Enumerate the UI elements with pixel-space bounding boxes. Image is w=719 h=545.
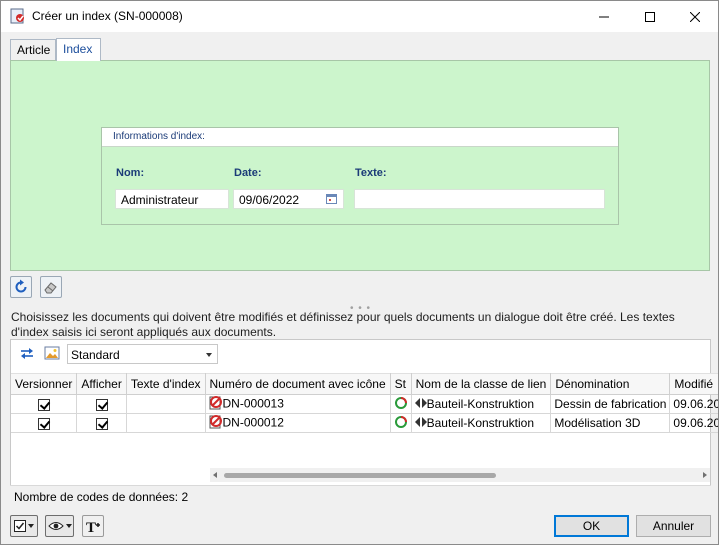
eraser-icon [44,282,57,294]
text-label: Texte: [355,167,387,179]
add-text-button[interactable]: T [82,515,104,537]
modified-cell: 09.06.2022 [669,413,718,433]
link-class-icon [414,397,427,411]
afficher-checkbox[interactable] [95,417,108,430]
tab-index[interactable]: Index [56,38,101,61]
maximize-icon [645,11,655,22]
minimize-button[interactable] [581,1,627,32]
status-bar: Nombre de codes de données: 2 [10,485,711,506]
date-label: Date: [234,167,262,179]
svg-text:T: T [86,520,96,534]
text-field[interactable] [354,189,605,209]
view-menu-button[interactable] [45,515,74,537]
cancel-button[interactable]: Annuler [636,515,711,537]
date-value: 09/06/2022 [239,193,300,207]
view-select-value: Standard [71,348,120,362]
tab-article[interactable]: Article [10,39,56,61]
document-table: Versionner Afficher Texte d'index Numéro… [11,373,718,433]
window-title: Créer un index (SN-000008) [32,9,183,23]
horizontal-scrollbar[interactable] [210,468,710,482]
index-text-cell[interactable] [126,413,206,433]
afficher-checkbox[interactable] [95,398,108,411]
name-field[interactable]: Administrateur [115,189,229,209]
close-button[interactable] [672,1,718,32]
maximize-button[interactable] [627,1,673,32]
refresh-button[interactable] [10,276,32,298]
close-icon [690,11,700,22]
index-text-cell[interactable] [126,394,206,414]
check-menu-button[interactable] [10,515,38,537]
refresh-icon [15,279,27,293]
date-field[interactable]: 09/06/2022 [233,189,344,209]
title-bar: Créer un index (SN-000008) [1,1,718,32]
image-view-icon[interactable] [44,345,60,364]
app-icon [10,8,26,24]
link-class-icon [414,416,427,430]
minimize-icon [599,16,609,17]
column-header[interactable]: Texte d'index [126,373,206,395]
column-header[interactable]: Nom de la classe de lien [411,373,552,395]
chevron-down-icon [65,524,72,528]
column-header[interactable]: Numéro de document avec icône [205,373,391,395]
denomination-cell: Dessin de fabrication [550,394,671,414]
table-row[interactable]: DN-000012 Bauteil-Konstruktion Modélisat… [11,413,718,433]
column-header[interactable]: Afficher [76,373,127,395]
versionner-checkbox[interactable] [37,417,50,430]
view-select[interactable]: Standard [67,344,218,364]
ok-button[interactable]: OK [554,515,629,537]
link-class-name: Bauteil-Konstruktion [426,396,535,411]
link-class-name: Bauteil-Konstruktion [426,415,535,430]
column-header[interactable]: Dénomination [550,373,671,395]
description-text: Choisissez les documents qui doivent êtr… [11,310,675,339]
chevron-down-icon [206,353,212,357]
document-number: DN-000013 [222,396,284,411]
text-add-icon: T [86,520,100,534]
scroll-right-icon[interactable] [703,472,707,478]
scroll-left-icon[interactable] [213,472,217,478]
table-row[interactable]: DN-000013 Bauteil-Konstruktion Dessin de… [11,394,718,414]
swap-icon[interactable] [19,345,35,364]
scroll-thumb[interactable] [224,473,496,478]
table-header-row: Versionner Afficher Texte d'index Numéro… [11,373,718,395]
index-info-header: Informations d'index: [102,128,618,147]
document-number: DN-000012 [222,415,284,430]
column-header[interactable]: Modifié [669,373,718,395]
drawing-document-icon [209,414,223,432]
dialog-window: Créer un index (SN-000008) Article Index… [0,0,719,545]
modified-cell: 09.06.2022 [669,394,718,414]
chevron-down-icon [28,524,34,528]
name-label: Nom: [116,167,145,179]
column-header[interactable]: St [390,373,412,395]
status-cycle-icon [394,396,408,413]
status-cycle-icon [394,415,408,432]
denomination-cell: Modélisation 3D [550,413,671,433]
drawing-document-icon [209,395,223,413]
column-header[interactable]: Versionner [11,373,78,395]
calendar-icon[interactable] [326,193,337,207]
checkbox-icon [14,520,26,532]
eraser-button[interactable] [40,276,62,298]
eye-icon [47,522,64,530]
versionner-checkbox[interactable] [37,398,50,411]
